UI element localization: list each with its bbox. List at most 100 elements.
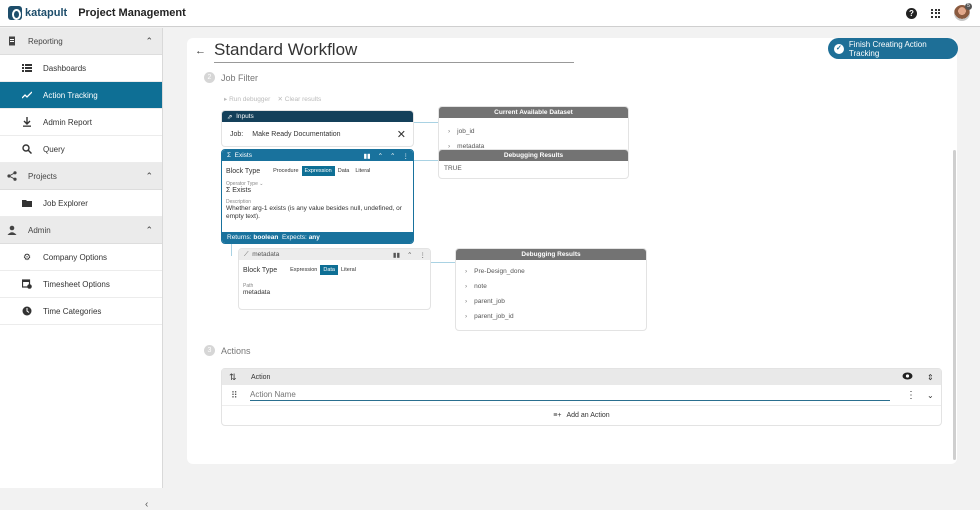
block-type-data[interactable]: Data — [320, 265, 338, 275]
trending-icon — [22, 90, 32, 100]
sidebar-item-dashboards[interactable]: Dashboards — [0, 55, 162, 82]
more-vert-icon[interactable]: ⋮ — [906, 390, 916, 401]
add-action-button[interactable]: ≡+ Add an Action — [222, 405, 941, 425]
chevron-up-icon[interactable]: ⌃ — [407, 251, 412, 259]
close-icon[interactable]: ✕ — [397, 128, 406, 141]
card-header: ⇗ Inputs — [222, 111, 413, 122]
sidebar-item-label: Dashboards — [43, 63, 87, 73]
avatar[interactable]: 5 — [954, 3, 972, 21]
run-debugger-link[interactable]: ▸ Run debugger — [224, 96, 270, 103]
sort-icon[interactable]: ⇅ — [229, 372, 237, 383]
sidebar-item-company-options[interactable]: ⚙ Company Options — [0, 244, 162, 271]
chevron-right-icon: › — [465, 268, 468, 275]
sidebar-section-admin[interactable]: Admin ⌃ — [0, 217, 162, 244]
share-icon — [7, 171, 17, 181]
block-type-data[interactable]: Data — [335, 166, 353, 176]
sigma-icon: Σ — [227, 152, 232, 159]
action-name-input[interactable] — [250, 388, 890, 401]
chevron-right-icon: › — [465, 298, 468, 305]
calendar-clock-icon — [22, 279, 32, 289]
add-action-label: Add an Action — [566, 412, 610, 419]
chevron-down-icon[interactable]: ⌄ — [927, 391, 934, 400]
logo[interactable]: katapult — [8, 6, 67, 20]
section-label: Admin — [28, 225, 51, 235]
chevron-up-icon[interactable]: ⌃ — [145, 36, 153, 47]
chevron-right-icon: › — [448, 128, 451, 135]
job-label: Job: — [230, 130, 244, 138]
debugging-results-card: Debugging Results › Pre-Design_done › note… — [455, 248, 647, 331]
collapse-sidebar-icon[interactable]: ‹ — [145, 499, 148, 510]
job-value[interactable]: Make Ready Documentation — [252, 131, 340, 138]
clear-results-link[interactable]: ✕ Clear results — [278, 96, 322, 103]
block-type-expression[interactable]: Expression — [287, 265, 320, 275]
block-type-toggle: Procedure Expression Data Literal — [270, 166, 373, 176]
download-icon — [22, 117, 32, 127]
connector-line — [413, 160, 439, 161]
debug-item[interactable]: › parent_job_id — [456, 309, 646, 324]
finish-label: Finish Creating Action Tracking — [848, 39, 927, 58]
gear-icon: ⚙ — [22, 251, 32, 262]
expand-collapse-icon[interactable]: ⇕ — [927, 373, 934, 382]
sidebar-item-label: Action Tracking — [43, 90, 98, 100]
sidebar-item-timesheet-options[interactable]: Timesheet Options — [0, 271, 162, 298]
chevron-up-icon[interactable]: ⌃ — [145, 171, 153, 182]
chevron-right-icon: › — [465, 313, 468, 320]
action-row: ⠿ ⋮ ⌄ — [222, 385, 941, 405]
document-icon — [7, 36, 17, 46]
debug-item[interactable]: › parent_job — [456, 294, 646, 309]
exists-block: Σ Exists ▮▮ ⌃ ⌃ ⋮ Block Type Procedure Expr… — [221, 149, 414, 244]
sidebar-section-projects[interactable]: Projects ⌃ — [0, 163, 162, 190]
debugging-results-card: Debugging Results TRUE — [438, 149, 629, 179]
block-type-toggle: Expression Data Literal — [287, 265, 359, 275]
double-chevron-up-icon[interactable]: ⌃ — [390, 152, 395, 160]
help-icon[interactable]: ? — [906, 7, 917, 19]
block-type-label: Block Type — [226, 167, 261, 175]
sidebar-section-reporting[interactable]: Reporting ⌃ — [0, 28, 162, 55]
path-value[interactable]: metadata — [243, 289, 430, 296]
chart-icon[interactable]: ▮▮ — [363, 152, 370, 160]
search-icon — [22, 144, 32, 154]
back-arrow-icon[interactable]: ← — [195, 45, 206, 57]
card-header: Debugging Results — [439, 150, 628, 161]
block-type-label: Block Type — [243, 266, 278, 274]
debug-item[interactable]: › note — [456, 279, 646, 294]
block-type-literal[interactable]: Literal — [352, 166, 373, 176]
eye-icon[interactable] — [902, 372, 913, 382]
chart-icon[interactable]: ▮▮ — [393, 251, 400, 259]
operator-value[interactable]: Σ Exists — [226, 187, 413, 194]
debug-item[interactable]: › Pre-Design_done — [456, 264, 646, 279]
clock-icon — [22, 306, 32, 316]
more-vert-icon[interactable]: ⋮ — [420, 251, 427, 259]
debug-value: TRUE — [444, 164, 462, 172]
apps-grid-icon[interactable] — [931, 8, 940, 18]
step-job-filter: 2 Job Filter — [204, 72, 258, 83]
step-actions: 3 Actions — [204, 345, 251, 356]
person-icon — [7, 225, 17, 235]
sidebar-item-label: Company Options — [43, 252, 108, 262]
finish-creating-button[interactable]: ✓ Finish Creating Action Tracking — [828, 38, 958, 59]
more-vert-icon[interactable]: ⋮ — [403, 152, 410, 160]
connector-line — [413, 122, 439, 123]
block-type-expression[interactable]: Expression — [301, 166, 335, 176]
trending-icon: ⟋ — [244, 250, 249, 258]
block-type-literal[interactable]: Literal — [338, 265, 359, 275]
card-header: ⟋ metadata ▮▮ ⌃ ⋮ — [239, 249, 430, 260]
sidebar-item-job-explorer[interactable]: Job Explorer — [0, 190, 162, 217]
page-title[interactable]: Standard Workflow — [214, 40, 574, 63]
sidebar-item-query[interactable]: Query — [0, 136, 162, 163]
sidebar: Reporting ⌃ Dashboards Action Tracking A… — [0, 28, 163, 510]
metadata-block: ⟋ metadata ▮▮ ⌃ ⋮ Block Type Expression Da… — [238, 248, 431, 310]
drag-handle-icon[interactable]: ⠿ — [231, 390, 238, 401]
sidebar-item-time-categories[interactable]: Time Categories — [0, 298, 162, 325]
sidebar-item-label: Time Categories — [43, 306, 102, 316]
sidebar-item-action-tracking[interactable]: Action Tracking — [0, 82, 162, 109]
block-type-procedure[interactable]: Procedure — [270, 166, 301, 176]
scrollbar[interactable] — [953, 150, 956, 460]
dataset-item[interactable]: › job_id — [439, 124, 628, 139]
app-title: Project Management — [78, 7, 186, 19]
chevron-up-icon[interactable]: ⌃ — [145, 225, 153, 236]
chevron-up-icon[interactable]: ⌃ — [378, 152, 383, 160]
sidebar-item-label: Job Explorer — [43, 198, 88, 208]
card-header: Current Available Dataset — [439, 107, 628, 118]
sidebar-item-admin-report[interactable]: Admin Report — [0, 109, 162, 136]
